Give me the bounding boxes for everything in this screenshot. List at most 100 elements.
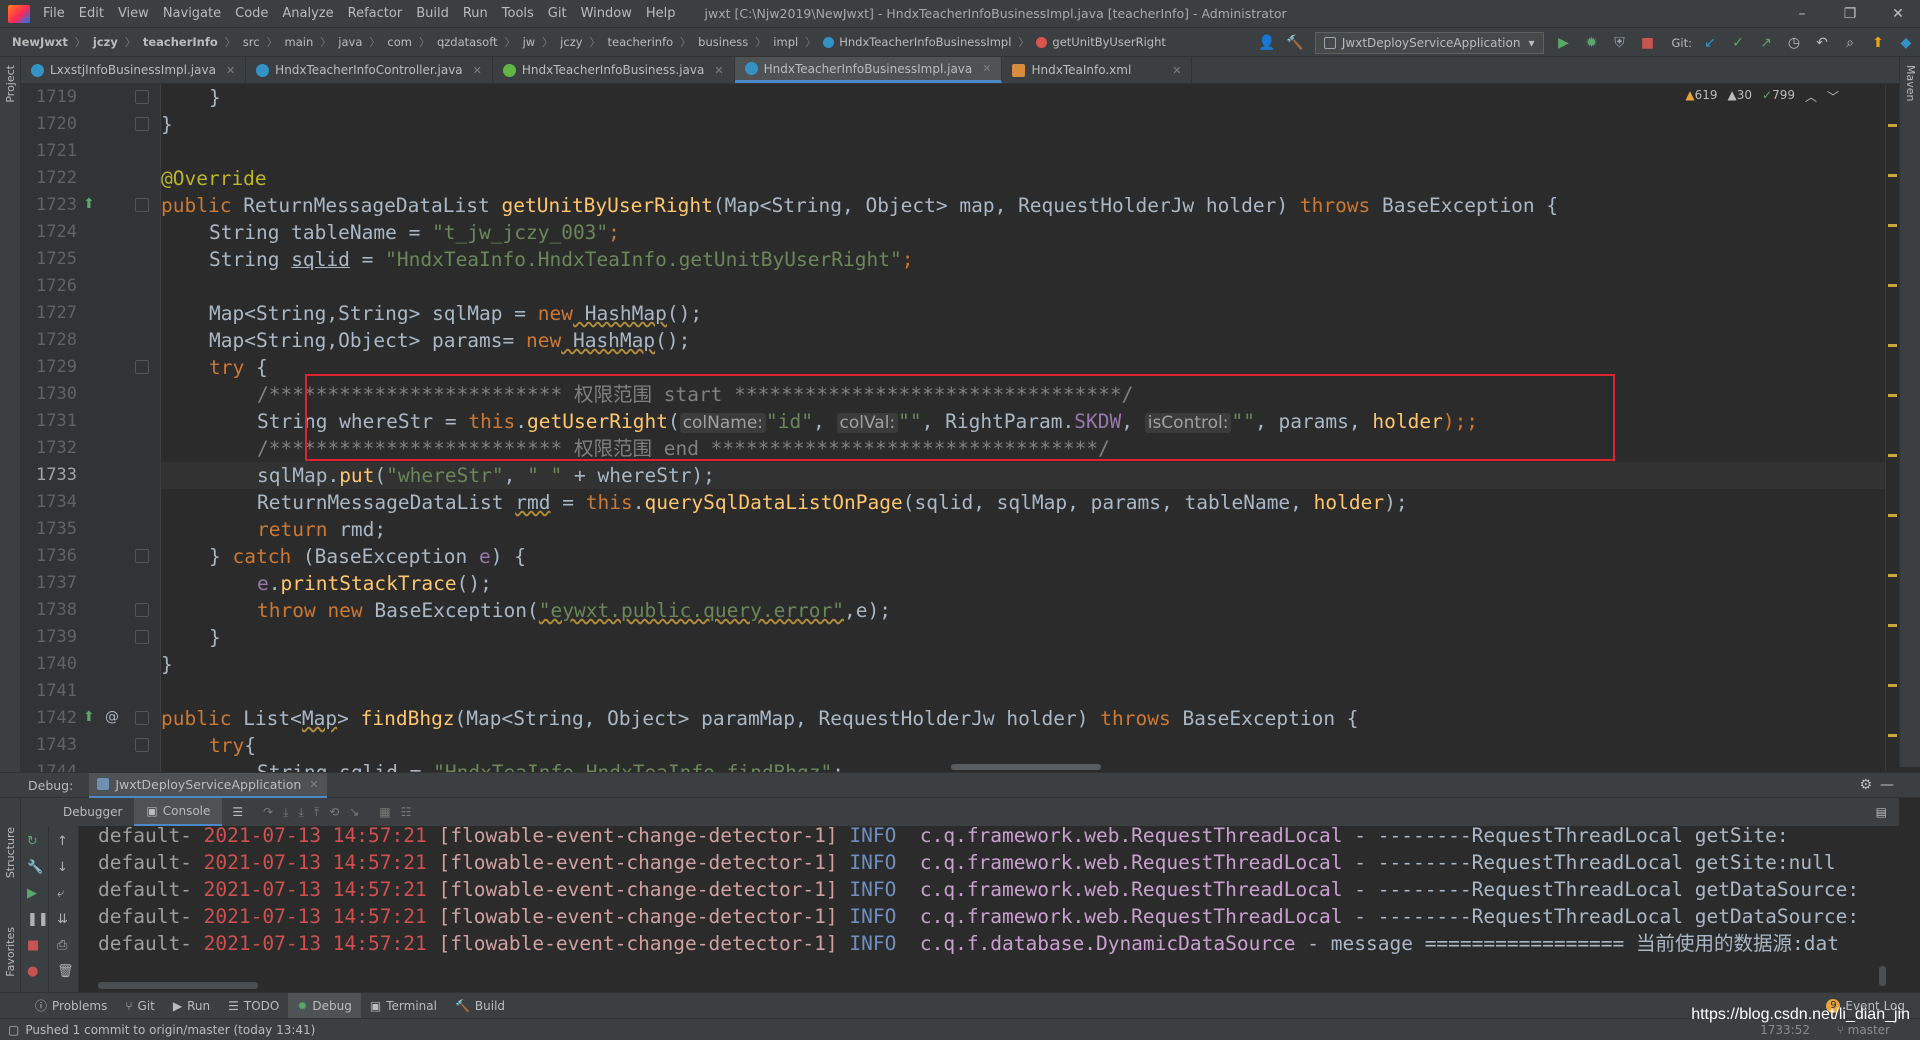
structure-tool-button[interactable]: Structure	[4, 827, 17, 878]
maximize-button[interactable]: ❐	[1830, 0, 1870, 27]
breadcrumb-item[interactable]: getUnitByUserRight	[1052, 35, 1165, 49]
console-horizontal-scrollbar[interactable]	[98, 982, 258, 989]
menu-tools[interactable]: Tools	[495, 6, 541, 21]
breadcrumb-item[interactable]: impl	[773, 35, 798, 49]
close-icon[interactable]: ✕	[309, 778, 318, 791]
breadcrumb-item[interactable]: teacherinfo	[608, 35, 674, 49]
wrench-icon[interactable]: 🔧	[27, 860, 43, 875]
hide-icon[interactable]: —	[1880, 777, 1894, 793]
list-icon[interactable]: ☰	[232, 805, 243, 819]
resume-icon[interactable]: ▶	[27, 886, 37, 901]
build-hammer-icon[interactable]: 🔨	[1283, 31, 1307, 55]
breadcrumb-item[interactable]: teacherInfo	[143, 35, 218, 49]
print-icon[interactable]: ⎙	[57, 938, 67, 953]
breadcrumb-item[interactable]: com	[387, 35, 412, 49]
layout-icon[interactable]: ▤	[1876, 805, 1887, 819]
fold-marker-icon[interactable]	[135, 711, 149, 725]
update-available-icon[interactable]: ⬆	[1866, 31, 1890, 55]
breadcrumb-item[interactable]: main	[285, 35, 314, 49]
console-vertical-scrollbar[interactable]	[1879, 966, 1886, 986]
menu-edit[interactable]: Edit	[72, 6, 111, 21]
breakpoints-icon[interactable]: ●	[27, 964, 38, 979]
history-icon[interactable]: ◷	[1782, 31, 1806, 55]
git-commit-icon[interactable]: ✓	[1726, 31, 1750, 55]
debug-tool-button[interactable]: ✹ Debug	[288, 992, 361, 1019]
stop-icon[interactable]: ■	[27, 938, 39, 953]
status-toggle-icon[interactable]: ▢	[8, 1023, 19, 1037]
drop-frame-icon[interactable]: ⟲	[329, 805, 339, 819]
tab-debugger[interactable]: Debugger	[51, 798, 134, 826]
error-stripe-marker[interactable]	[1888, 514, 1897, 517]
build-tool-button[interactable]: 🔨 Build	[446, 993, 514, 1019]
rollback-icon[interactable]: ↶	[1810, 31, 1834, 55]
run-configuration-select[interactable]: JwxtDeployServiceApplication ▾	[1314, 32, 1544, 54]
inspection-widget[interactable]: ▲619 ▲30 ✓799 ︿ ﹀	[1685, 88, 1839, 105]
fold-marker-icon[interactable]	[135, 360, 149, 374]
menu-refactor[interactable]: Refactor	[341, 6, 410, 21]
error-stripe-marker[interactable]	[1888, 624, 1897, 627]
tab-hndxteacherinfocontroller[interactable]: HndxTeacherInfoController.java ✕	[246, 57, 493, 83]
maven-tool-button[interactable]: Maven	[1904, 65, 1917, 101]
error-stripe-marker[interactable]	[1888, 454, 1897, 457]
git-tool-button[interactable]: ⑂ Git	[116, 993, 164, 1019]
menu-run[interactable]: Run	[456, 6, 495, 21]
run-to-cursor-icon[interactable]: ↘	[349, 805, 359, 819]
error-stripe-marker[interactable]	[1888, 124, 1897, 127]
override-marker-icon[interactable]: ⬆	[83, 709, 95, 725]
error-stripe-marker[interactable]	[1888, 734, 1897, 737]
fold-marker-icon[interactable]	[135, 90, 149, 104]
gear-icon[interactable]: ⚙	[1859, 777, 1872, 793]
trace-icon[interactable]: ☷	[401, 805, 412, 819]
fold-marker-icon[interactable]	[135, 738, 149, 752]
stop-icon[interactable]: ■	[1636, 31, 1660, 55]
breadcrumb-item[interactable]: java	[338, 35, 362, 49]
debug-bug-icon[interactable]: ✹	[1580, 31, 1604, 55]
debug-session-tab[interactable]: JwxtDeployServiceApplication ✕	[89, 772, 327, 798]
error-stripe-marker[interactable]	[1888, 344, 1897, 347]
favorites-tool-button[interactable]: Favorites	[4, 927, 17, 977]
scroll-to-end-icon[interactable]: ⇊	[57, 912, 68, 927]
close-icon[interactable]: ✕	[714, 64, 723, 77]
error-stripe-marker[interactable]	[1888, 174, 1897, 177]
annotation-marker-icon[interactable]: @	[105, 709, 119, 725]
error-stripe-marker[interactable]	[1888, 684, 1897, 687]
error-stripe-marker[interactable]	[1888, 574, 1897, 577]
menu-code[interactable]: Code	[228, 6, 275, 21]
fold-marker-icon[interactable]	[135, 603, 149, 617]
arrow-down-icon[interactable]: ↓	[57, 860, 68, 875]
terminal-tool-button[interactable]: ▣ Terminal	[361, 993, 446, 1019]
rerun-icon[interactable]: ↻	[27, 834, 38, 849]
chevron-up-icon[interactable]: ︿	[1805, 88, 1817, 105]
fold-marker-icon[interactable]	[135, 630, 149, 644]
close-icon[interactable]: ✕	[1172, 64, 1181, 77]
vertical-scrollbar[interactable]	[1885, 84, 1899, 772]
trash-icon[interactable]: 🗑	[57, 964, 74, 979]
close-icon[interactable]: ✕	[226, 64, 235, 77]
breadcrumb-item[interactable]: src	[243, 35, 260, 49]
close-icon[interactable]: ✕	[473, 64, 482, 77]
ide-logo-icon[interactable]: ◆	[1894, 31, 1918, 55]
menu-file[interactable]: File	[36, 6, 72, 21]
soft-wrap-icon[interactable]: ⤶	[57, 886, 64, 901]
menu-analyze[interactable]: Analyze	[275, 6, 340, 21]
tab-lxxstjinfobusinessimpl[interactable]: LxxstjInfoBusinessImpl.java ✕	[21, 57, 247, 83]
menu-navigate[interactable]: Navigate	[156, 6, 228, 21]
tab-hndxteacherinfobusinessimpl[interactable]: HndxTeacherInfoBusinessImpl.java ✕	[734, 57, 1003, 83]
chevron-down-icon[interactable]: ﹀	[1827, 88, 1839, 105]
breadcrumb-item[interactable]: HndxTeacherInfoBusinessImpl	[839, 35, 1011, 49]
breadcrumb-item[interactable]: qzdatasoft	[437, 35, 498, 49]
coverage-icon[interactable]: ⛨	[1608, 31, 1632, 55]
horizontal-scrollbar[interactable]	[951, 764, 1101, 770]
menu-git[interactable]: Git	[541, 6, 574, 21]
run-tool-button[interactable]: ▶ Run	[164, 993, 219, 1019]
caret-position[interactable]: 1733:52	[1760, 1023, 1810, 1037]
fold-marker-icon[interactable]	[135, 117, 149, 131]
user-icon[interactable]: 👤	[1255, 31, 1279, 55]
fold-marker-icon[interactable]	[135, 549, 149, 563]
search-icon[interactable]: ⌕	[1838, 31, 1862, 55]
override-marker-icon[interactable]: ⬆	[83, 196, 95, 212]
tab-console[interactable]: ▣ Console	[134, 798, 223, 826]
error-stripe-marker[interactable]	[1888, 284, 1897, 287]
console-output[interactable]: default- 2021-07-13 14:57:21 [flowable-e…	[80, 826, 1890, 992]
breadcrumb-item[interactable]: jw	[523, 35, 536, 49]
